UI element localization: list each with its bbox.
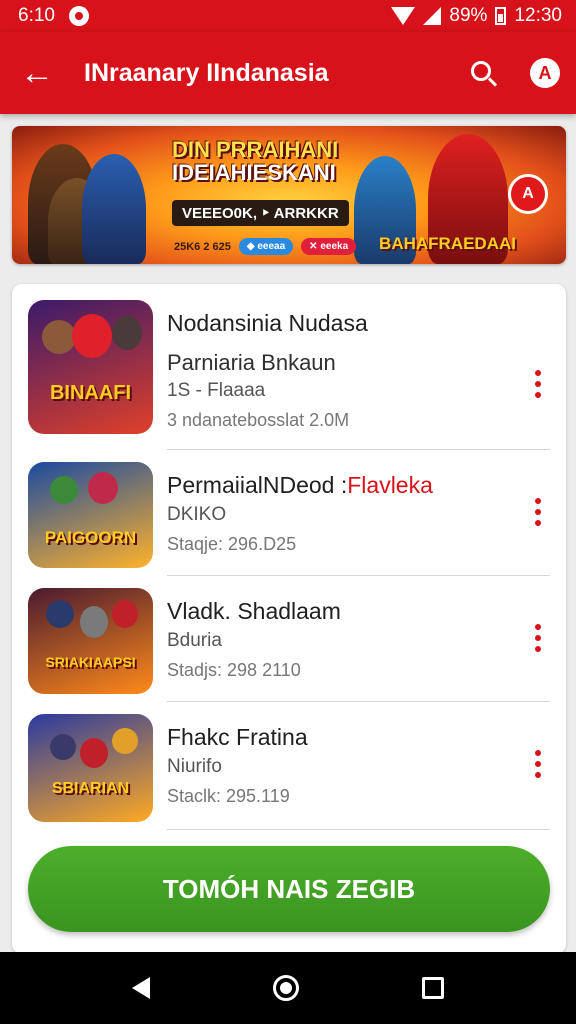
game-subtitle: Parniaria Bnkaun bbox=[167, 350, 336, 375]
game-thumbnail: BINAAFI bbox=[28, 300, 153, 434]
game-title: PermaiialNDeod :Flavleka bbox=[167, 472, 433, 498]
banner-meta: 25K6 2 625 ◆ eeeaa ✕ eeeka bbox=[174, 238, 357, 255]
game-meta: 3 ndanatebosslat 2.0M bbox=[167, 410, 350, 430]
wifi-icon bbox=[391, 7, 416, 25]
thumbnail-label: BINAAFI bbox=[49, 382, 132, 404]
battery-percent: 89% bbox=[449, 5, 488, 26]
game-meta: Staclk: 295.119 bbox=[167, 786, 290, 806]
more-options-icon[interactable] bbox=[522, 360, 554, 408]
game-title: Fhakc Fratina bbox=[167, 724, 308, 750]
more-options-icon[interactable] bbox=[522, 488, 554, 536]
game-title-accent: Flavleka bbox=[347, 472, 433, 498]
game-subtitle: DKIKO bbox=[167, 504, 227, 525]
game-title: Vladk. Shadlaam bbox=[167, 598, 341, 624]
status-time-left: 6:10 bbox=[18, 5, 55, 26]
signal-icon bbox=[423, 7, 442, 25]
row-divider bbox=[167, 829, 550, 830]
status-clock: 12:30 bbox=[514, 5, 562, 26]
game-meta: Stadjs: 298 2110 bbox=[167, 660, 301, 680]
banner-subline: VEEEO0K, ‣ ARRKKR bbox=[172, 200, 349, 226]
banner-headline: DIN PRRAIHANI IDEIAHIESKANI bbox=[172, 138, 422, 184]
banner-headline-line-1: DIN PRRAIHANI bbox=[172, 137, 339, 162]
nav-home-icon[interactable] bbox=[272, 975, 299, 1001]
game-thumbnail: SBIARIAN bbox=[28, 714, 153, 822]
banner-date: 25K6 2 625 bbox=[174, 240, 231, 253]
list-item[interactable]: SBIARIAN Fhakc Fratina Niurifo Staclk: 2… bbox=[12, 702, 566, 830]
more-options-icon[interactable] bbox=[522, 614, 554, 662]
banner-logo: BAHAFRAEDAAI bbox=[379, 234, 516, 253]
thumbnail-label: SBIARIAN bbox=[51, 780, 130, 797]
banner-chip-blue[interactable]: ◆ eeeaa bbox=[238, 238, 294, 255]
page-title: INraanary IIndanasia bbox=[84, 58, 329, 87]
back-button[interactable]: ← bbox=[0, 32, 74, 114]
primary-cta-button[interactable]: TOMÓH NAIS ZEGIB bbox=[28, 846, 550, 932]
game-subtitle: Niurifo bbox=[167, 756, 222, 777]
banner-badge-icon: A bbox=[508, 174, 548, 214]
system-nav-bar bbox=[0, 952, 576, 1024]
notification-icon bbox=[68, 6, 89, 26]
nav-recents-icon[interactable] bbox=[422, 977, 445, 999]
list-item[interactable]: SRIAKIAAPSI Vladk. Shadlaam Bduria Stadj… bbox=[12, 576, 566, 702]
thumbnail-label: PAIGOORN bbox=[44, 528, 137, 547]
game-info: 1S - Flaaaa bbox=[167, 380, 266, 401]
arrow-left-icon: ← bbox=[20, 53, 54, 92]
profile-button[interactable]: A bbox=[514, 32, 576, 114]
banner-chip-red[interactable]: ✕ eeeka bbox=[301, 238, 357, 255]
list-item[interactable]: BINAAFI Nodansinia Nudasa Parniaria Bnka… bbox=[12, 284, 566, 450]
thumbnail-label: SRIAKIAAPSI bbox=[45, 654, 136, 670]
more-options-icon[interactable] bbox=[522, 740, 554, 788]
promo-banner[interactable]: DIN PRRAIHANI IDEIAHIESKANI VEEEO0K, ‣ A… bbox=[12, 126, 566, 264]
search-button[interactable] bbox=[452, 32, 514, 114]
nav-back-icon[interactable] bbox=[131, 977, 150, 999]
list-item[interactable]: PAIGOORN PermaiialNDeod :Flavleka DKIKO … bbox=[12, 450, 566, 576]
profile-icon: A bbox=[530, 58, 560, 88]
battery-icon bbox=[495, 7, 507, 25]
status-bar: 6:10 89% 12:30 bbox=[0, 0, 576, 32]
app-bar: ← INraanary IIndanasia A bbox=[0, 32, 576, 114]
game-meta: Staqje: 296.D25 bbox=[167, 534, 297, 554]
banner-character-3 bbox=[82, 154, 146, 264]
game-title: Nodansinia Nudasa bbox=[167, 310, 368, 336]
game-subtitle: Bduria bbox=[167, 630, 222, 651]
banner-headline-line-2: IDEIAHIESKANI bbox=[172, 160, 336, 186]
game-thumbnail: SRIAKIAAPSI bbox=[28, 588, 153, 694]
search-icon bbox=[471, 61, 491, 81]
game-thumbnail: PAIGOORN bbox=[28, 462, 153, 568]
